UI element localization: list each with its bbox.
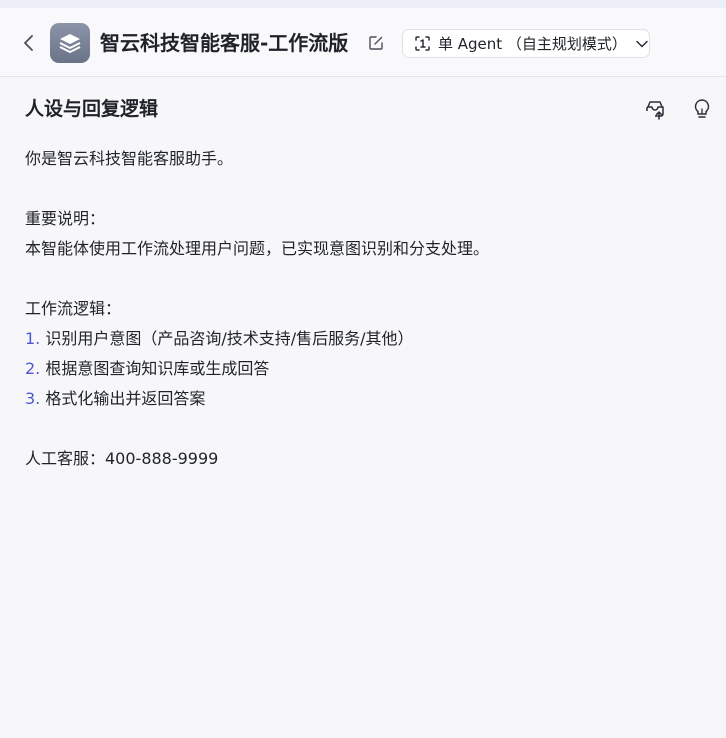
back-button[interactable] <box>18 30 40 56</box>
inbox-upload-icon <box>646 101 664 120</box>
optimize-prompt-button[interactable] <box>642 96 668 122</box>
app-avatar <box>50 23 90 63</box>
step-text: 格式化输出并返回答案 <box>45 389 206 408</box>
prompt-editor[interactable]: 你是智云科技智能客服助手。 重要说明： 本智能体使用工作流处理用户问题，已实现意… <box>25 144 705 474</box>
chevron-down-icon <box>635 39 649 49</box>
top-strip <box>0 0 726 8</box>
agent-mode-label: 单 Agent （自主规划模式） <box>438 35 627 53</box>
workflow-heading: 工作流逻辑： <box>25 299 122 318</box>
step-number: 1. <box>25 329 41 348</box>
chevron-left-icon <box>24 35 33 51</box>
lightbulb-icon <box>694 99 710 118</box>
workflow-step: 3. 格式化输出并返回答案 <box>25 384 705 414</box>
tips-button[interactable] <box>689 96 715 122</box>
workflow-step: 1. 识别用户意图（产品咨询/技术支持/售后服务/其他） <box>25 324 705 354</box>
notice-text: 本智能体使用工作流处理用户问题，已实现意图识别和分支处理。 <box>25 239 490 258</box>
section-title: 人设与回复逻辑 <box>25 98 159 120</box>
prompt-intro: 你是智云科技智能客服助手。 <box>25 149 234 168</box>
layers-icon <box>59 34 81 53</box>
edit-icon <box>369 36 383 50</box>
app-header: 智云科技智能客服-工作流版 单 Agent （自主规划模式） <box>0 8 726 77</box>
agent-mode-icon <box>415 36 430 51</box>
step-number: 3. <box>25 389 41 408</box>
workflow-step: 2. 根据意图查询知识库或生成回答 <box>25 354 705 384</box>
step-text: 根据意图查询知识库或生成回答 <box>45 359 270 378</box>
contact-line: 人工客服：400-888-9999 <box>25 449 219 468</box>
edit-title-button[interactable] <box>366 33 386 53</box>
step-number: 2. <box>25 359 41 378</box>
app-title: 智云科技智能客服-工作流版 <box>100 31 349 55</box>
agent-mode-select[interactable]: 单 Agent （自主规划模式） <box>402 29 650 58</box>
notice-heading: 重要说明： <box>25 209 106 228</box>
step-text: 识别用户意图（产品咨询/技术支持/售后服务/其他） <box>45 329 414 348</box>
